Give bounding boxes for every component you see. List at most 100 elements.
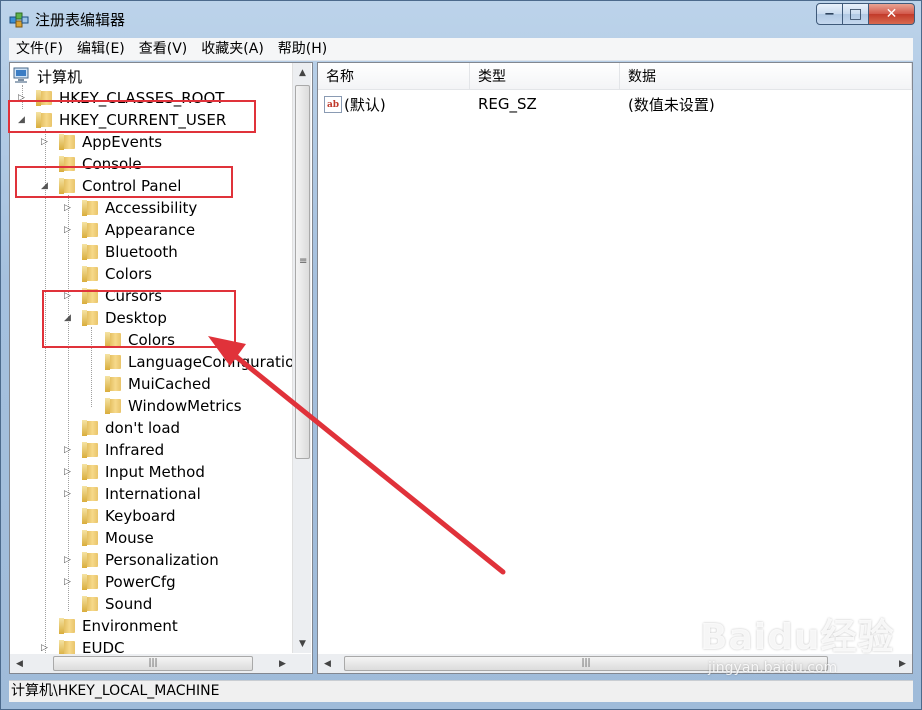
expander-icon[interactable]: ▷ [18, 93, 28, 103]
expander-icon[interactable] [64, 247, 74, 257]
tree-item[interactable]: ▷ PowerCfg [64, 571, 176, 593]
tree-item[interactable]: Environment [41, 615, 178, 637]
scroll-down-button[interactable]: ▼ [293, 634, 312, 653]
expander-icon[interactable] [64, 511, 74, 521]
tree-item[interactable]: ▷ Personalization [64, 549, 219, 571]
expander-icon[interactable] [87, 357, 97, 367]
tree-item-label: Cursors [105, 287, 163, 305]
folder-icon [82, 200, 100, 216]
expander-icon[interactable]: ◢ [41, 181, 51, 191]
close-button[interactable]: ✕ [869, 3, 915, 25]
tree-item[interactable]: WindowMetrics [87, 395, 242, 417]
expander-icon[interactable] [87, 379, 97, 389]
column-header-data[interactable]: 数据 [620, 63, 912, 90]
expander-icon[interactable] [87, 335, 97, 345]
expander-icon[interactable] [64, 599, 74, 609]
tree-hscroll-thumb[interactable]: ||| [53, 656, 253, 671]
tree-item-label: Appearance [105, 221, 196, 239]
column-header-name[interactable]: 名称 [318, 63, 470, 90]
tree-item[interactable]: ◢ Desktop [64, 307, 167, 329]
expander-icon[interactable]: ▷ [64, 577, 74, 587]
status-bar: 计算机\HKEY_LOCAL_MACHINE [9, 680, 913, 702]
tree-item[interactable]: ▷ International [64, 483, 201, 505]
expander-icon[interactable]: ▷ [64, 445, 74, 455]
minimize-icon: − [824, 6, 835, 22]
tree-scroll-thumb[interactable]: ≡ [295, 85, 310, 459]
tree-item[interactable]: Colors [87, 329, 175, 351]
tree-item[interactable]: ◢ Control Panel [41, 175, 181, 197]
tree-item[interactable]: ▷ Appearance [64, 219, 195, 241]
menu-favorites[interactable]: 收藏夹(A) [194, 38, 271, 61]
expander-icon[interactable]: ▷ [41, 643, 51, 653]
column-header-type[interactable]: 类型 [470, 63, 620, 90]
expander-icon[interactable]: ▷ [41, 137, 51, 147]
tree-item-label: LanguageConfiguratio [128, 353, 295, 371]
values-list[interactable]: 名称 类型 数据 ab (默认) REG_SZ (数值未设置) [317, 62, 913, 674]
value-data: (数值未设置) [628, 95, 715, 114]
expander-icon[interactable] [64, 423, 74, 433]
value-row-name[interactable]: ab (默认) [324, 93, 386, 115]
value-row-data[interactable]: (数值未设置) [628, 93, 715, 115]
scroll-right-button[interactable]: ▶ [273, 654, 292, 673]
tree-item-label: Desktop [105, 309, 167, 327]
title-bar[interactable]: 注册表编辑器 − □ ✕ [1, 1, 921, 37]
menu-file[interactable]: 文件(F) [9, 38, 70, 61]
tree-item-label: Input Method [105, 463, 205, 481]
tree-item[interactable]: Keyboard [64, 505, 176, 527]
folder-icon [82, 486, 100, 502]
expander-icon[interactable] [87, 401, 97, 411]
scroll-right-button[interactable]: ▶ [893, 654, 912, 673]
expander-icon[interactable] [41, 159, 51, 169]
tree-item[interactable]: ▷ Accessibility [64, 197, 197, 219]
grip-icon: ≡ [299, 256, 308, 267]
tree-item[interactable]: don't load [64, 417, 180, 439]
folder-icon [105, 332, 123, 348]
expander-icon[interactable] [41, 621, 51, 631]
expander-icon[interactable] [64, 533, 74, 543]
tree-item[interactable]: ▷ HKEY_CLASSES_ROOT [18, 87, 224, 109]
menu-view[interactable]: 查看(V) [132, 38, 195, 61]
minimize-button[interactable]: − [816, 3, 843, 25]
tree-item[interactable]: Sound [64, 593, 152, 615]
value-row-type[interactable]: REG_SZ [478, 93, 537, 115]
registry-tree[interactable]: 计算机 ▷ HKEY_CLASSES_ROOT ◢ HKEY_CURRENT_USER… [9, 62, 313, 674]
tree-vertical-scrollbar[interactable]: ▲ ≡ ▼ [292, 63, 311, 653]
tree-item-label: HKEY_CLASSES_ROOT [59, 89, 225, 107]
tree-item[interactable]: ▷ Cursors [64, 285, 162, 307]
tree-item[interactable]: ▷ Infrared [64, 439, 164, 461]
scroll-left-button[interactable]: ◀ [10, 654, 29, 673]
expander-icon[interactable] [64, 269, 74, 279]
expander-icon[interactable]: ▷ [64, 555, 74, 565]
arrow-left-icon: ◀ [324, 658, 331, 669]
tree-item[interactable]: Console [41, 153, 142, 175]
arrow-right-icon: ▶ [279, 658, 286, 669]
registry-editor-window: 注册表编辑器 − □ ✕ 文件(F) 编辑(E) 查看(V) 收藏夹(A) 帮助… [0, 0, 922, 710]
tree-item[interactable]: LanguageConfiguratio [87, 351, 294, 373]
expander-icon[interactable]: ▷ [64, 203, 74, 213]
tree-item[interactable]: Bluetooth [64, 241, 178, 263]
tree-item[interactable]: Colors [64, 263, 152, 285]
arrow-left-icon: ◀ [16, 658, 23, 669]
expander-icon[interactable]: ▷ [64, 489, 74, 499]
expander-icon[interactable]: ▷ [64, 291, 74, 301]
menu-edit[interactable]: 编辑(E) [70, 38, 132, 61]
tree-item[interactable]: Mouse [64, 527, 154, 549]
expander-icon[interactable]: ▷ [64, 467, 74, 477]
tree-item-label: Accessibility [105, 199, 198, 217]
expander-icon[interactable]: ◢ [64, 313, 74, 323]
folder-icon [59, 134, 77, 150]
tree-item-label: don't load [105, 419, 181, 437]
scroll-left-button[interactable]: ◀ [318, 654, 337, 673]
tree-item-computer[interactable]: 计算机 [12, 65, 82, 87]
tree-item[interactable]: MuiCached [87, 373, 211, 395]
menu-help[interactable]: 帮助(H) [271, 38, 334, 61]
tree-item[interactable]: ◢ HKEY_CURRENT_USER [18, 109, 226, 131]
expander-icon[interactable]: ▷ [64, 225, 74, 235]
maximize-button[interactable]: □ [843, 3, 869, 25]
tree-item[interactable]: ▷ AppEvents [41, 131, 162, 153]
folder-icon [82, 288, 100, 304]
tree-item[interactable]: ▷ Input Method [64, 461, 205, 483]
tree-horizontal-scrollbar[interactable]: ◀ ||| ▶ [10, 654, 292, 673]
scroll-up-button[interactable]: ▲ [293, 63, 312, 82]
expander-icon[interactable]: ◢ [18, 115, 28, 125]
